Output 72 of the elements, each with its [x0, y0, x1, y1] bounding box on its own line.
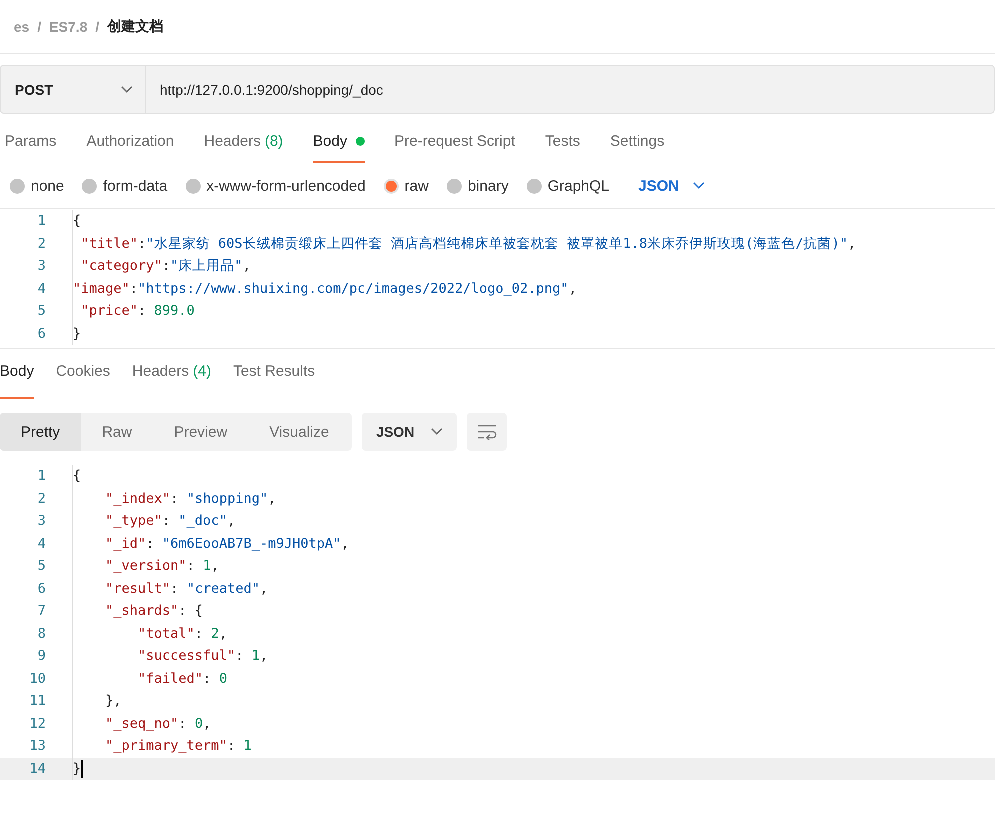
- line-number: 2: [36, 490, 46, 507]
- body-type-radio[interactable]: x-www-form-urlencoded: [186, 178, 366, 194]
- code-line: "successful": 1,: [72, 645, 268, 668]
- line-number: 5: [36, 558, 46, 574]
- line-number: 6: [36, 580, 46, 597]
- line-number: 2: [36, 236, 46, 252]
- code-line: "title":"水星家纺 60S长绒棉贡缎床上四件套 酒店高档纯棉床单被套枕套 被罩被单1.8米床乔伊斯玫瑰(海蓝色/抗菌)",: [72, 232, 856, 255]
- code-line: }: [72, 758, 84, 780]
- view-mode-tab[interactable]: Raw: [81, 413, 154, 451]
- request-body-editor[interactable]: 1 { 2 "title":"水星家纺 60S长绒棉贡缎床上四件套 酒店高档纯棉床单被套枕套 被罩被单1.8米床乔伊斯玫瑰(海蓝色/抗菌)", 3 "category":"床上用品", 4 "image":"https://www.shuixing.com/pc/images/2022/logo_02.png", 5 "price": 899.0 6 }: [0, 208, 995, 349]
- request-tab[interactable]: Authorization: [86, 133, 174, 167]
- wrap-lines-icon: [476, 424, 498, 440]
- line-number: 9: [36, 648, 46, 664]
- chevron-down-icon: [693, 182, 706, 190]
- wrap-lines-button[interactable]: [467, 413, 507, 451]
- request-tab[interactable]: Settings: [610, 133, 665, 167]
- code-line: "_type": "_doc",: [72, 510, 236, 532]
- code-line: "category":"床上用品",: [72, 255, 251, 278]
- format-dropdown[interactable]: JSON: [632, 176, 712, 196]
- body-type-radio[interactable]: none: [10, 178, 64, 194]
- line-number: 12: [28, 716, 46, 732]
- response-tab[interactable]: Headers (4): [132, 363, 212, 399]
- line-number: 7: [36, 603, 46, 620]
- breadcrumb-separator: /: [38, 18, 42, 34]
- line-number: 3: [36, 513, 46, 530]
- code-line: "_version": 1,: [72, 555, 220, 578]
- request-tab[interactable]: Params: [5, 133, 57, 167]
- code-line: "failed": 0: [72, 668, 228, 690]
- code-line: }: [72, 322, 82, 345]
- line-number: 5: [36, 303, 46, 320]
- line-number: 8: [36, 626, 46, 642]
- breadcrumb-separator: /: [96, 18, 100, 34]
- request-tab[interactable]: Body: [313, 133, 364, 167]
- code-line: "image":"https://www.shuixing.com/pc/images/2022/logo_02.png",: [72, 278, 577, 300]
- request-tab[interactable]: Pre-request Script: [394, 133, 516, 167]
- code-line: "_seq_no": 0,: [72, 712, 212, 735]
- code-line: "total": 2,: [72, 622, 228, 645]
- code-line: "result": "created",: [72, 578, 268, 600]
- line-number: 14: [28, 760, 46, 777]
- code-line: "_index": "shopping",: [72, 488, 276, 510]
- line-number: 11: [28, 693, 46, 710]
- response-tab[interactable]: Body: [0, 363, 34, 399]
- view-mode-tab[interactable]: Visualize: [248, 413, 350, 451]
- response-tab[interactable]: Cookies: [56, 363, 110, 399]
- breadcrumb-item[interactable]: ES7.8: [49, 18, 88, 34]
- request-tab[interactable]: Headers (8): [204, 133, 284, 167]
- format-dropdown[interactable]: JSON: [362, 413, 457, 451]
- chevron-down-icon: [430, 428, 443, 436]
- line-number: 1: [36, 468, 46, 484]
- view-mode-tab[interactable]: Pretty: [0, 413, 82, 451]
- request-tab[interactable]: Tests: [545, 133, 580, 167]
- line-number: 13: [28, 738, 46, 754]
- code-line: "_id": "6m6EooAB7B_-m9JH0tpA",: [72, 532, 350, 555]
- breadcrumb-item[interactable]: es: [14, 18, 30, 34]
- line-number: 4: [36, 280, 46, 297]
- view-mode-tab[interactable]: Preview: [153, 413, 249, 451]
- line-number: 3: [36, 258, 46, 274]
- body-type-radio[interactable]: binary: [446, 178, 509, 194]
- body-type-radio[interactable]: GraphQL: [526, 178, 610, 194]
- line-number: 1: [36, 213, 46, 230]
- response-tab[interactable]: Test Results: [233, 363, 316, 399]
- body-type-radio[interactable]: form-data: [82, 178, 168, 194]
- code-line: "_shards": {: [72, 600, 204, 622]
- code-line: "price": 899.0: [72, 300, 195, 322]
- code-line: {: [72, 210, 82, 232]
- breadcrumb-item: 创建文档: [108, 18, 164, 36]
- line-number: 4: [36, 536, 46, 552]
- body-type-radio[interactable]: raw: [384, 178, 429, 194]
- line-number: 6: [36, 326, 46, 342]
- line-number: 10: [28, 670, 46, 687]
- code-line: },: [72, 690, 122, 712]
- code-line: {: [72, 465, 82, 488]
